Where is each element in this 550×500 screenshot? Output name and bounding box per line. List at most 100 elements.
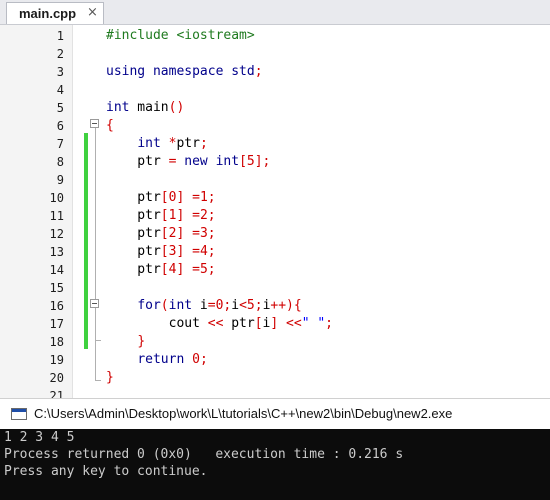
line-number: 9 [56,173,64,187]
code-token: << [286,316,302,331]
code-text: cout << ptr[i] <<" "; [106,315,333,333]
code-token: ] = [176,262,200,277]
code-token: 2 [199,208,208,223]
code-text: return 0; [106,351,208,369]
code-token: ( [160,298,169,313]
code-token: [ [160,226,169,241]
code-editor[interactable]: 1 #include <iostream> 2 3 using namespace st… [0,25,550,398]
code-token: ++){ [270,298,302,313]
line-number: 20 [49,371,64,385]
console-output: 1 2 3 4 5 Process returned 0 (0x0) execu… [0,429,550,500]
code-text: } [106,369,114,387]
code-token: = [207,298,216,313]
code-token: ] = [176,208,200,223]
code-token: ; [207,262,216,277]
code-line: 17 cout << ptr[i] <<" "; [0,315,550,333]
code-token: 3 [199,226,208,241]
code-token: ; [254,298,263,313]
line-number: 10 [49,191,64,205]
code-token: 0 [192,352,200,367]
code-token: ptr [106,154,169,169]
code-token: [ [160,190,169,205]
code-token: cout [106,316,208,331]
code-line: 19 return 0; [0,351,550,369]
code-token: < [239,298,247,313]
code-text: ptr[0] =1; [106,189,215,207]
code-text: int main() [106,99,184,117]
code-text: ptr[3] =4; [106,243,216,261]
console-app-icon [11,408,27,420]
code-line: 3 using namespace std; [0,63,550,81]
code-token: ; [207,208,216,223]
code-token: i [192,298,208,313]
code-token: ptr [106,244,161,259]
line-number: 2 [56,47,64,61]
code-text: using namespace std; [106,63,263,81]
code-text: ptr = new int[5]; [106,153,270,171]
code-line: 1 #include <iostream> [0,27,550,45]
code-token: new int [184,154,240,169]
line-number: 1 [56,29,64,43]
code-line: 6{ [0,117,550,135]
code-token: ptr [106,190,161,205]
code-token: 5 [246,154,255,169]
console-titlebar[interactable]: C:\Users\Admin\Desktop\work\L\tutorials\… [0,398,550,429]
code-line: 14 ptr[4] =5; [0,261,550,279]
code-token: " " [301,316,326,331]
code-token: ; [199,136,208,151]
code-line: 13 ptr[3] =4; [0,243,550,261]
code-token: ] = [176,190,200,205]
code-line: 5 int main() [0,99,550,117]
code-token: using namespace std [106,64,255,79]
line-number: 17 [49,317,64,331]
code-token: int [137,136,161,151]
code-text: #include <iostream> [106,27,255,45]
code-token: for [137,298,161,313]
code-token: return [137,352,185,367]
line-number: 4 [56,83,64,97]
code-line: 18 } [0,333,550,351]
editor-tab-bar: main.cpp × [0,0,550,25]
code-line: 2 [0,45,550,63]
code-text: { [106,117,114,135]
code-token: } [106,370,114,385]
code-token: main [129,100,169,115]
code-token: ptr [106,262,161,277]
line-number: 15 [49,281,64,295]
code-token: ; [199,352,208,367]
code-token: [ [254,316,263,331]
line-number: 6 [56,119,64,133]
console-line: Press any key to continue. [4,464,208,479]
line-number: 19 [49,353,64,367]
code-line: 16 for(int i=0;i<5;i++){ [0,297,550,315]
code-text: ptr[2] =3; [106,225,215,243]
line-number: 21 [49,389,64,398]
line-number: 3 [56,65,64,79]
code-token: ptr [176,136,200,151]
code-token: ; [325,316,333,331]
code-token: int [106,100,130,115]
code-token: ; [207,244,216,259]
code-token: 4 [199,244,208,259]
code-token: ]; [254,154,271,169]
code-token: i [231,298,240,313]
code-text: } [106,333,145,351]
line-number: 12 [49,227,64,241]
code-text: ptr[4] =5; [106,261,216,279]
close-tab-icon[interactable]: × [87,5,98,20]
code-line: 7 int *ptr; [0,135,550,153]
tab-main-cpp[interactable]: main.cpp × [6,2,104,24]
code-token: int [168,298,193,313]
code-line: 4 [0,81,550,99]
console-window[interactable]: C:\Users\Admin\Desktop\work\L\tutorials\… [0,398,550,500]
code-token: << [207,316,224,331]
code-line: 21 [0,387,550,398]
code-token: { [106,118,114,133]
line-number: 18 [49,335,64,349]
code-token: [ [160,262,169,277]
code-line: 9 [0,171,550,189]
